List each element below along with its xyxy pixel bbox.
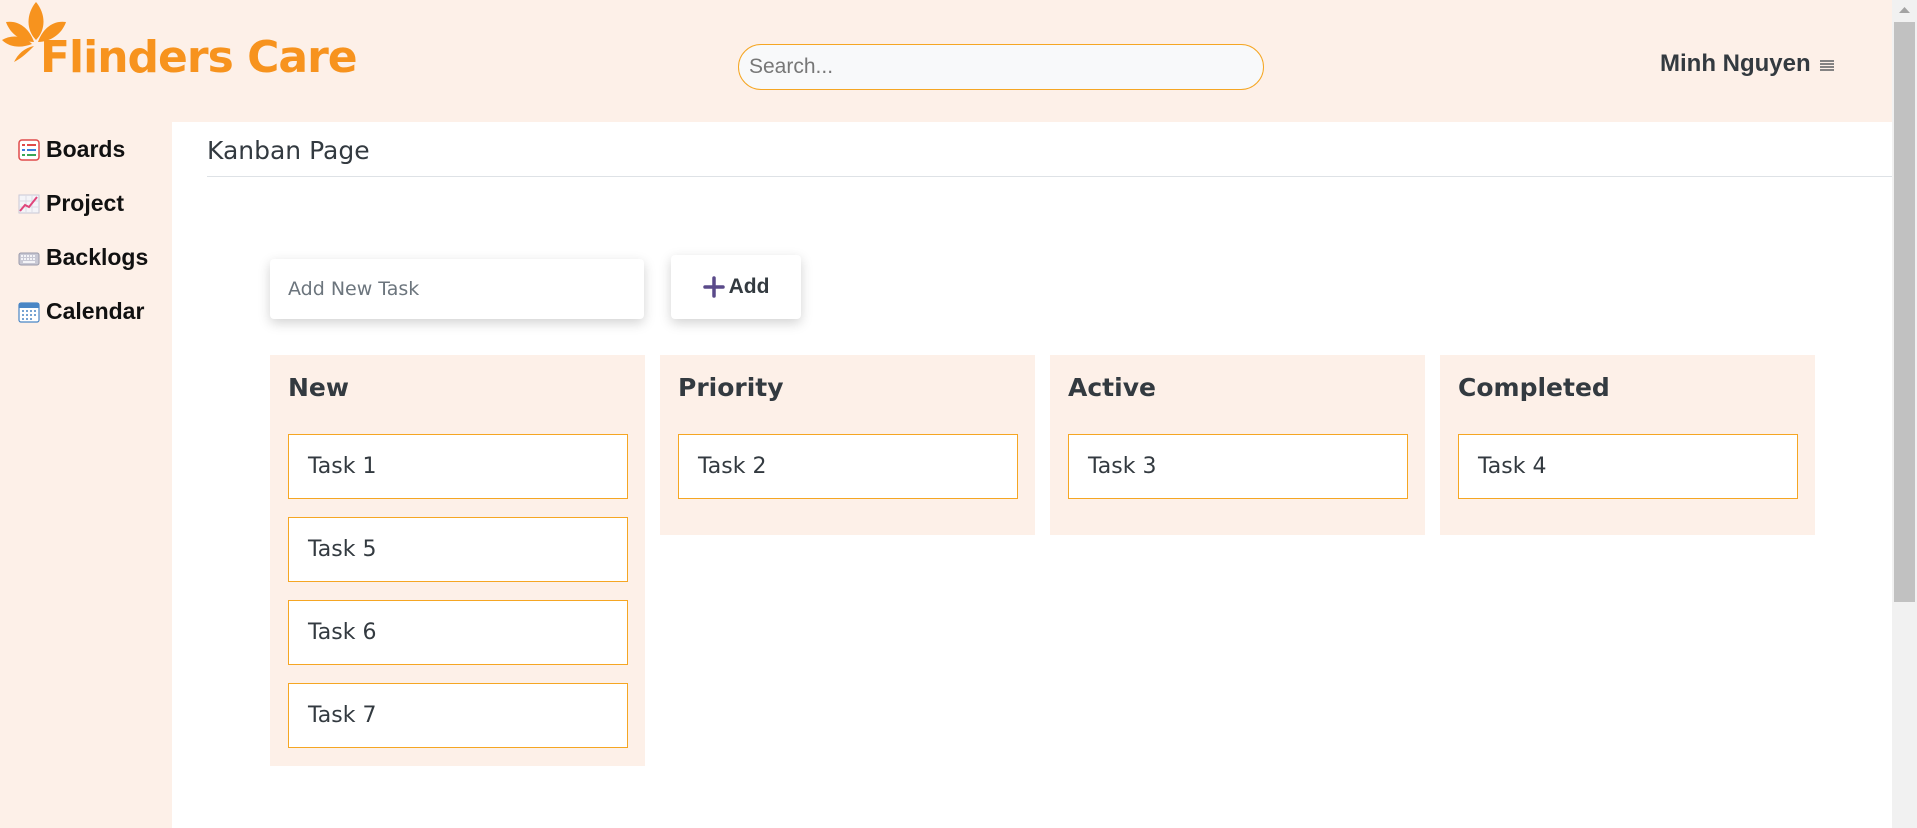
- column-title: New: [288, 373, 349, 402]
- user-name: Minh Nguyen: [1660, 50, 1811, 77]
- hamburger-icon: [1819, 60, 1834, 71]
- divider: [207, 176, 1892, 177]
- calendar-icon: [18, 301, 40, 323]
- add-task-button[interactable]: Add: [671, 255, 801, 319]
- logo[interactable]: Flinders Care: [0, 0, 358, 90]
- column-new: New Task 1 Task 5 Task 6 Task 7: [270, 355, 645, 766]
- column-title: Active: [1068, 373, 1156, 402]
- task-card[interactable]: Task 3: [1068, 434, 1408, 499]
- page-title: Kanban Page: [207, 136, 370, 165]
- sidebar-item-boards[interactable]: Boards: [18, 136, 125, 163]
- column-completed: Completed Task 4: [1440, 355, 1815, 535]
- sidebar-item-project[interactable]: Project: [18, 190, 124, 217]
- scroll-up-arrow-icon[interactable]: [1898, 6, 1911, 14]
- header: Flinders Care Minh Nguyen: [0, 0, 1892, 122]
- column-active: Active Task 3: [1050, 355, 1425, 535]
- column-title: Completed: [1458, 373, 1610, 402]
- task-card[interactable]: Task 7: [288, 683, 628, 748]
- sidebar-item-backlogs[interactable]: Backlogs: [18, 244, 148, 271]
- new-task-input[interactable]: [270, 259, 644, 319]
- task-card[interactable]: Task 2: [678, 434, 1018, 499]
- scrollbar-thumb[interactable]: [1894, 22, 1915, 602]
- sidebar-item-label: Backlogs: [46, 244, 149, 270]
- user-menu[interactable]: Minh Nguyen: [1660, 52, 1835, 76]
- app-window: Flinders Care Minh Nguyen: [0, 0, 1917, 828]
- add-button-label: Add: [728, 275, 770, 298]
- task-card[interactable]: Task 4: [1458, 434, 1798, 499]
- task-card[interactable]: Task 6: [288, 600, 628, 665]
- plus-icon: [702, 276, 725, 298]
- column-priority: Priority Task 2: [660, 355, 1035, 535]
- vertical-scrollbar[interactable]: [1892, 0, 1917, 828]
- keyboard-icon: [18, 252, 40, 265]
- task-card[interactable]: Task 1: [288, 434, 628, 499]
- sidebar-item-label: Boards: [46, 136, 126, 162]
- column-title: Priority: [678, 373, 784, 402]
- sidebar-item-calendar[interactable]: Calendar: [18, 298, 144, 325]
- chart-icon: [18, 194, 40, 213]
- task-card[interactable]: Task 5: [288, 517, 628, 582]
- sidebar-item-label: Project: [46, 190, 124, 216]
- search-input[interactable]: [738, 44, 1264, 90]
- sidebar-item-label: Calendar: [46, 298, 145, 324]
- boards-icon: [18, 138, 40, 161]
- sidebar: Boards Project Backlogs Calendar: [0, 122, 172, 828]
- brand-name: Flinders Care: [40, 32, 358, 83]
- main-content: Kanban Page Add New Task 1 Task 5 Task 6…: [172, 122, 1892, 828]
